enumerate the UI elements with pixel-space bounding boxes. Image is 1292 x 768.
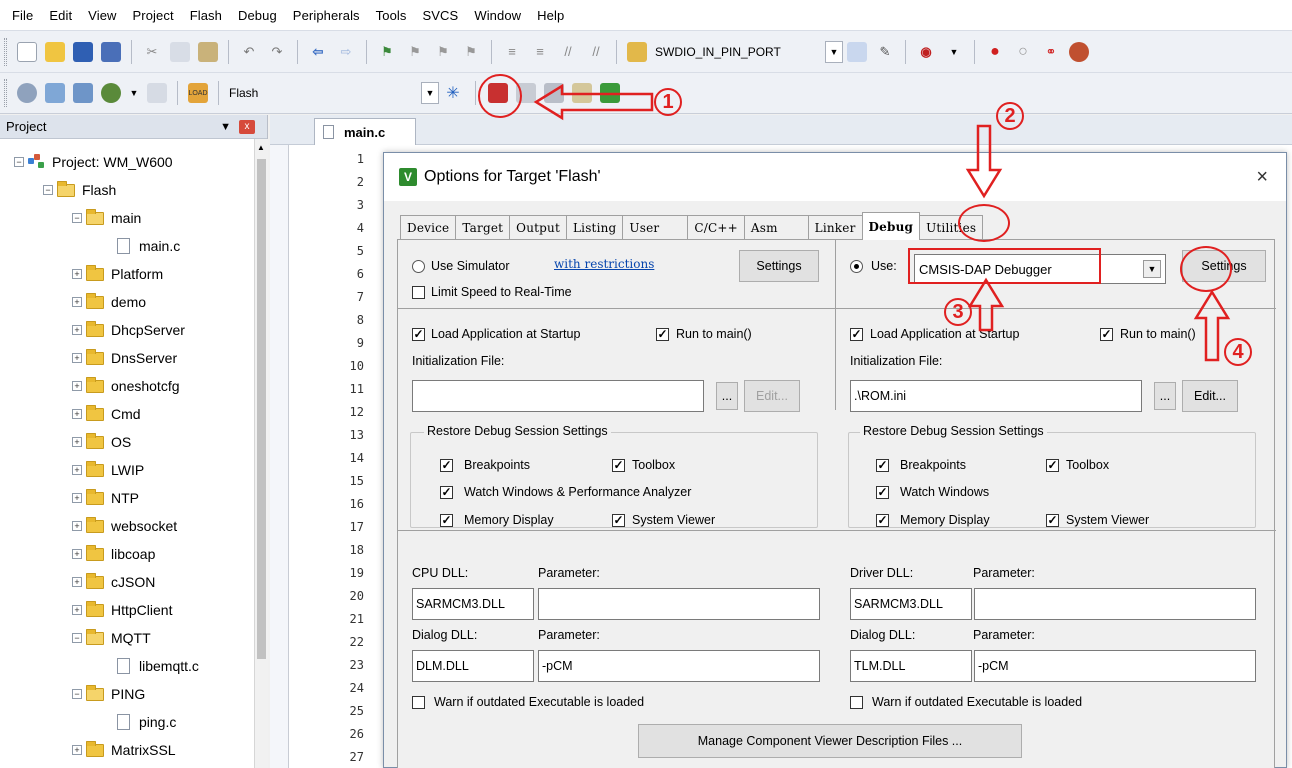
tab-debug[interactable]: Debug bbox=[861, 212, 921, 240]
annotation-number-4: 4 bbox=[1224, 338, 1252, 366]
annotation-number-1: 1 bbox=[654, 88, 682, 116]
annotation-circle-settings bbox=[1180, 246, 1232, 292]
annotation-circle-debug-tab bbox=[958, 204, 1010, 242]
annotation-arrows bbox=[533, 83, 1231, 362]
annotation-rect-debugger bbox=[908, 248, 1101, 284]
annotation-number-3: 3 bbox=[944, 298, 972, 326]
annotation-number-2: 2 bbox=[996, 102, 1024, 130]
